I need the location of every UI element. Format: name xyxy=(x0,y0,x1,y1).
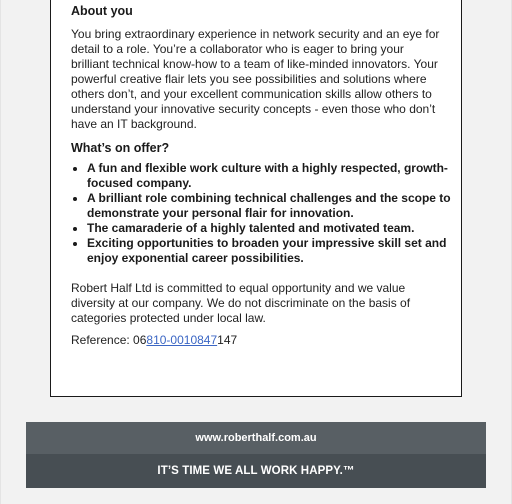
bullet-icon xyxy=(73,197,77,201)
reference-label: Reference: xyxy=(71,333,134,347)
reference-suffix: 147 xyxy=(217,333,238,347)
job-reference: Reference: 06810-0010847147 xyxy=(71,333,237,348)
bullet-icon xyxy=(73,242,77,246)
company-website-link[interactable]: www.roberthalf.com.au xyxy=(195,432,316,444)
offer-list-item: Exciting opportunities to broaden your i… xyxy=(73,236,457,266)
offer-item-text: A fun and flexible work culture with a h… xyxy=(87,161,448,190)
whats-on-offer-heading: What’s on offer? xyxy=(71,141,170,155)
about-you-paragraph: You bring extraordinary experience in ne… xyxy=(71,27,440,131)
equal-opportunity-statement: Robert Half Ltd is committed to equal op… xyxy=(71,281,411,325)
offer-item-text: The camaraderie of a highly talented and… xyxy=(87,221,415,235)
offer-list: A fun and flexible work culture with a h… xyxy=(71,161,457,266)
reference-phone-link[interactable]: 810-0010847 xyxy=(146,333,217,347)
reference-prefix: 06 xyxy=(133,333,147,347)
bullet-icon xyxy=(73,227,77,231)
offer-item-text: A brilliant role combining technical cha… xyxy=(87,191,451,220)
job-description-card: About you You bring extraordinary experi… xyxy=(50,0,462,397)
bullet-icon xyxy=(73,167,77,171)
offer-list-item: A brilliant role combining technical cha… xyxy=(73,191,457,221)
offer-item-text: Exciting opportunities to broaden your i… xyxy=(87,236,447,265)
footer-url-bar: www.roberthalf.com.au xyxy=(26,422,486,454)
about-you-heading: About you xyxy=(71,4,133,18)
company-tagline: IT’S TIME WE ALL WORK HAPPY.™ xyxy=(157,465,355,477)
offer-list-item: A fun and flexible work culture with a h… xyxy=(73,161,457,191)
footer-tagline-bar: IT’S TIME WE ALL WORK HAPPY.™ xyxy=(26,454,486,488)
offer-list-item: The camaraderie of a highly talented and… xyxy=(73,221,457,236)
